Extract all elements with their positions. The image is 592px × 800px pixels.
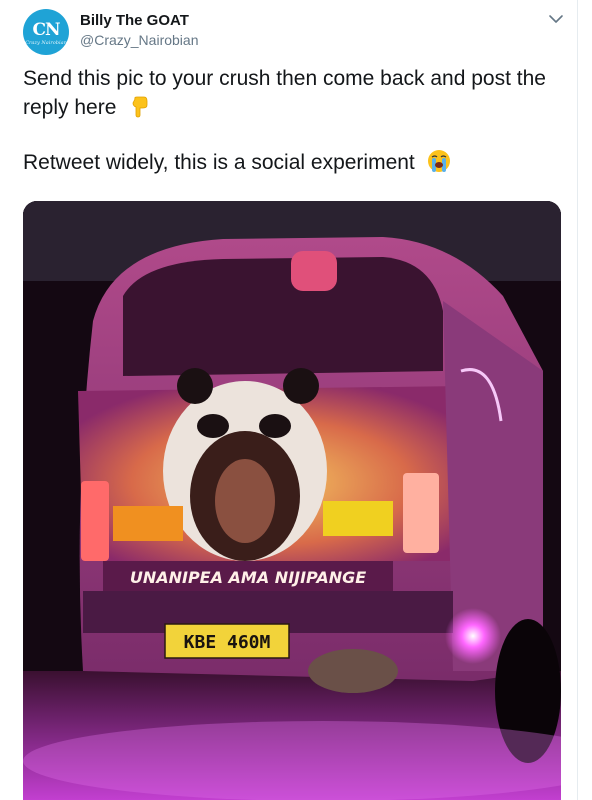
avatar-logo-subtext: Crazy Nairobian (25, 40, 67, 46)
loudly-crying-face-icon (427, 150, 450, 172)
timeline-divider (577, 0, 578, 800)
tweet-media-photo[interactable]: UNANIPEA AMA NIJIPANGE KBE 460M (23, 201, 561, 800)
tweet-text: Retweet widely, this is a social experim… (23, 151, 415, 174)
backhand-index-pointing-down-icon (132, 96, 148, 118)
tweet-text-line1: Send this pic to your crush then come ba… (23, 64, 563, 122)
display-name[interactable]: Billy The GOAT (80, 12, 189, 29)
tweet-card: CN Crazy Nairobian Billy The GOAT @Crazy… (0, 0, 592, 800)
tweet-text-line2: Retweet widely, this is a social experim… (23, 148, 563, 177)
avatar-logo-text: CN (32, 20, 60, 40)
vehicle-photo: UNANIPEA AMA NIJIPANGE KBE 460M (23, 201, 561, 800)
user-handle[interactable]: @Crazy_Nairobian (80, 32, 198, 48)
chevron-down-icon[interactable] (547, 12, 565, 26)
avatar[interactable]: CN Crazy Nairobian (23, 9, 69, 55)
vehicle-slogan: UNANIPEA AMA NIJIPANGE (130, 568, 366, 587)
license-plate: KBE 460M (184, 632, 271, 653)
tweet-text: Send this pic to your crush then come ba… (23, 67, 546, 119)
